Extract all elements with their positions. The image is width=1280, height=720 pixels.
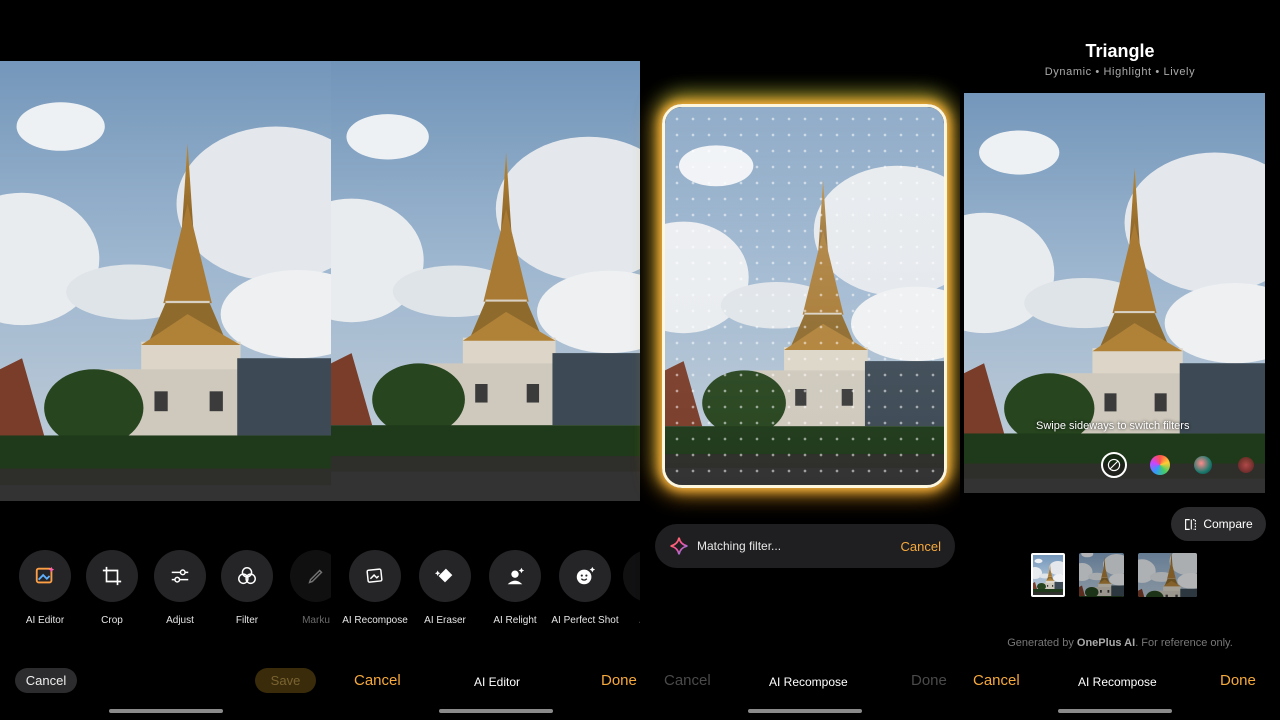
swipe-hint: Swipe sideways to switch filters <box>1036 420 1190 432</box>
tool-filter[interactable]: Filter <box>211 550 283 626</box>
matching-status-bar: Matching filter... Cancel <box>655 524 955 568</box>
tool-ai-recompose[interactable]: AI Recompose <box>339 550 411 626</box>
adjust-icon <box>171 569 189 583</box>
photo-preview <box>0 61 331 501</box>
cancel-button[interactable]: Cancel <box>15 668 77 693</box>
ai-editor-icon <box>35 566 55 584</box>
ai-tool-bar: AI Recompose AI Eraser AI Relight AI Per… <box>331 550 640 630</box>
filter-icon <box>238 567 256 585</box>
tool-label: AI Perfect Shot <box>551 615 619 626</box>
tool-label: Adjust <box>166 615 194 626</box>
done-button[interactable]: Done <box>1220 672 1256 689</box>
ai-recompose-result-panel: Triangle Dynamic • Highlight • Lively <box>960 0 1280 720</box>
processing-glow-frame <box>662 104 947 488</box>
done-button[interactable]: Done <box>601 672 637 689</box>
tool-label: AI D <box>613 615 640 626</box>
tool-label: AI Recompose <box>342 615 408 626</box>
eraser-icon <box>434 568 453 583</box>
ai-editor-panel: AI Recompose AI Eraser AI Relight AI Per… <box>331 0 640 720</box>
filter-option-color[interactable] <box>1150 455 1170 475</box>
generated-note: Generated by OnePlus AI. For reference o… <box>1007 637 1233 649</box>
ai-sparkle-icon <box>670 537 688 555</box>
tool-ai-editor[interactable]: AI Editor <box>9 550 81 626</box>
cancel-matching-button[interactable]: Cancel <box>901 539 941 554</box>
perfect-shot-icon <box>576 566 596 585</box>
thumbnail-square[interactable] <box>1079 553 1124 597</box>
recompose-icon <box>366 568 383 583</box>
page-title: AI Editor <box>474 675 521 689</box>
compare-icon <box>1185 518 1197 530</box>
tool-label: Crop <box>101 615 123 626</box>
filter-option-red[interactable] <box>1238 457 1254 473</box>
cancel-button[interactable]: Cancel <box>354 672 401 689</box>
page-title: AI Recompose <box>769 675 848 689</box>
matching-status-text: Matching filter... <box>697 539 782 553</box>
tool-label: AI Relight <box>493 615 537 626</box>
filter-option-none[interactable] <box>1101 452 1127 478</box>
home-indicator[interactable] <box>439 709 553 713</box>
filter-tags: Dynamic • Highlight • Lively <box>1044 66 1196 78</box>
cancel-button[interactable]: Cancel <box>664 672 711 689</box>
relight-icon <box>507 567 525 585</box>
thumbnail-landscape[interactable] <box>1138 553 1197 597</box>
editor-panel-main: AI Editor Crop Adjust Filter Marku Cance… <box>0 0 331 720</box>
compare-label: Compare <box>1203 517 1253 531</box>
tool-bar: AI Editor Crop Adjust Filter Marku <box>0 550 331 630</box>
filter-name: Triangle <box>1085 41 1155 61</box>
markup-icon <box>308 569 323 584</box>
done-button[interactable]: Done <box>911 672 947 689</box>
home-indicator[interactable] <box>748 709 862 713</box>
thumbnail-portrait[interactable] <box>1031 553 1065 597</box>
no-filter-icon <box>1107 458 1121 472</box>
page-title: AI Recompose <box>1078 675 1157 689</box>
crop-icon <box>102 566 122 586</box>
filter-option-teal[interactable] <box>1194 456 1212 474</box>
tool-label: Marku <box>302 615 330 626</box>
tool-adjust[interactable]: Adjust <box>144 550 216 626</box>
save-button[interactable]: Save <box>255 668 316 693</box>
tool-crop[interactable]: Crop <box>76 550 148 626</box>
tool-label: AI Editor <box>25 615 65 626</box>
brand-name: OnePlus AI <box>1076 637 1136 649</box>
photo-preview <box>665 107 944 485</box>
tool-ai-relight[interactable]: AI Relight <box>479 550 551 626</box>
tool-ai-perfect-shot[interactable]: AI Perfect Shot <box>549 550 621 626</box>
tool-ai-eraser[interactable]: AI Eraser <box>409 550 481 626</box>
photo-preview <box>331 61 640 501</box>
tool-ai-more[interactable]: AI D <box>613 550 640 626</box>
compare-button[interactable]: Compare <box>1171 507 1266 541</box>
tool-markup[interactable]: Marku <box>280 550 331 626</box>
home-indicator[interactable] <box>1058 709 1172 713</box>
tool-label: Filter <box>235 615 259 626</box>
home-indicator[interactable] <box>109 709 223 713</box>
tool-label: AI Eraser <box>424 615 466 626</box>
cancel-button[interactable]: Cancel <box>973 672 1020 689</box>
photo-preview[interactable] <box>964 93 1265 493</box>
